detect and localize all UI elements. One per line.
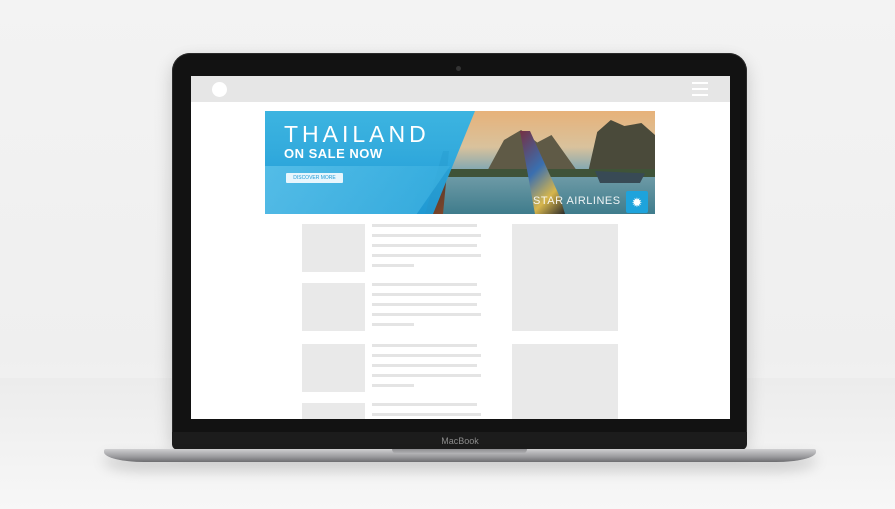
circle-logo-icon[interactable] (212, 82, 227, 97)
site-header (191, 76, 730, 102)
article-text-line (372, 234, 481, 237)
ad-banner[interactable]: THAILAND ON SALE NOW DISCOVER MORE STAR … (265, 111, 655, 214)
article-text-line (372, 303, 477, 306)
article-text-line (372, 384, 414, 387)
article-text-line (372, 344, 477, 347)
article-thumbnail[interactable] (302, 283, 365, 331)
laptop-brand-label: MacBook (441, 436, 479, 446)
article-text-line (372, 293, 481, 296)
menu-bar (692, 82, 708, 84)
banner-subtitle: ON SALE NOW (284, 146, 383, 161)
article-text-line (372, 403, 477, 406)
article-text-line (372, 313, 481, 316)
menu-bar (692, 88, 708, 90)
article-text-line (372, 374, 481, 377)
article-thumbnail[interactable] (302, 403, 365, 419)
article-text-line (372, 364, 477, 367)
article-text-line (372, 413, 481, 416)
sidebar-ad-block[interactable] (512, 224, 618, 331)
menu-bar (692, 94, 708, 96)
banner-mountain (587, 120, 655, 177)
laptop-opening-notch (392, 449, 527, 454)
sun-icon: ✹ (626, 191, 648, 213)
hamburger-menu-icon[interactable] (692, 82, 708, 96)
webcam (456, 66, 461, 71)
article-text-line (372, 354, 481, 357)
article-text-line (372, 323, 414, 326)
laptop-screen: THAILAND ON SALE NOW DISCOVER MORE STAR … (191, 76, 730, 419)
article-text-line (372, 244, 477, 247)
discover-more-button[interactable]: DISCOVER MORE (286, 173, 343, 183)
article-text-line (372, 283, 477, 286)
article-text-line (372, 264, 414, 267)
banner-title: THAILAND (284, 121, 430, 147)
article-text-line (372, 254, 481, 257)
article-text-line (372, 224, 477, 227)
sidebar-ad-block[interactable] (512, 344, 618, 419)
article-thumbnail[interactable] (302, 224, 365, 272)
banner-brand-label: STAR AIRLINES (533, 195, 621, 207)
article-thumbnail[interactable] (302, 344, 365, 392)
